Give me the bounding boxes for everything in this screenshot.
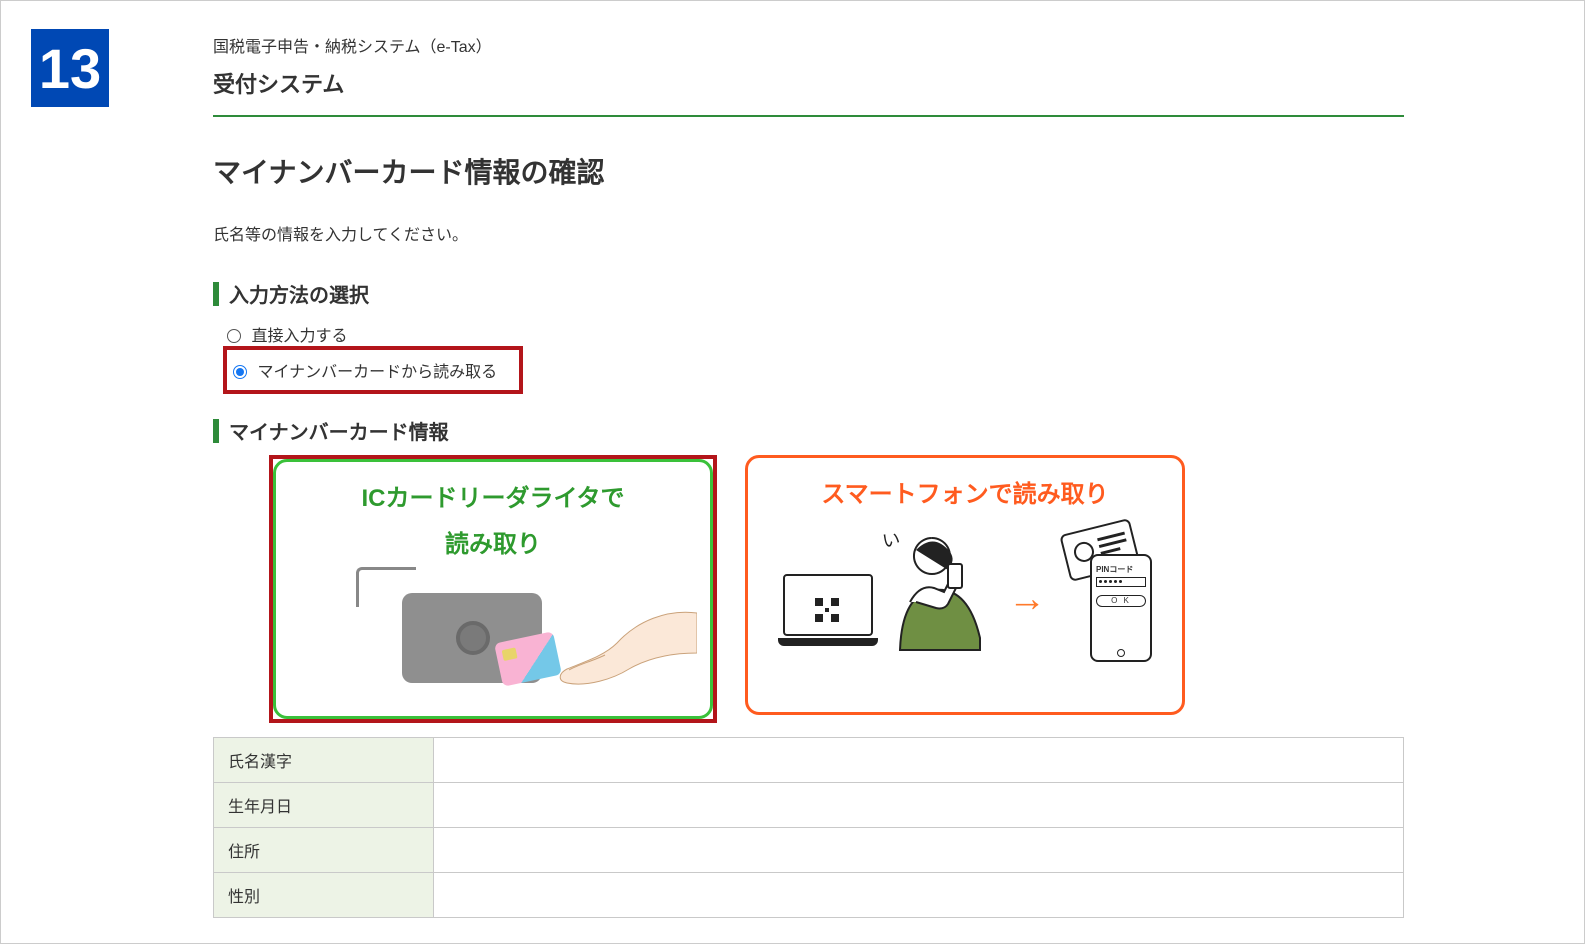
system-title: 受付システム: [213, 67, 1404, 99]
cell-value-birthdate: [434, 783, 1404, 828]
option-title: ICカードリーダライタで 読み取り: [292, 476, 694, 567]
laptop-icon: [778, 574, 878, 652]
section-heading-text: マイナンバーカード情報: [229, 416, 449, 445]
cell-value-gender: [434, 873, 1404, 918]
card-info-table: 氏名漢字 生年月日 住所 性別: [213, 737, 1404, 918]
page-description: 氏名等の情報を入力してください。: [213, 221, 1404, 245]
radio-option-direct-input[interactable]: 直接入力する: [223, 318, 1404, 346]
table-row: 生年月日: [214, 783, 1404, 828]
highlight-selected-radio: マイナンバーカードから読み取る: [223, 346, 523, 394]
page-container: 13 国税電子申告・納税システム（e-Tax） 受付システム マイナンバーカード…: [0, 0, 1585, 944]
table-row: 氏名漢字: [214, 738, 1404, 783]
radio-label: 直接入力する: [251, 328, 347, 345]
table-row: 住所: [214, 828, 1404, 873]
option-ic-card-reader[interactable]: ICカードリーダライタで 読み取り: [273, 459, 713, 719]
step-number-badge: 13: [31, 29, 109, 107]
cell-value-address: [434, 828, 1404, 873]
option-smartphone-read[interactable]: スマートフォンで読み取り い: [745, 455, 1185, 715]
table-row: 性別: [214, 873, 1404, 918]
page-title: マイナンバーカード情報の確認: [213, 151, 1404, 191]
cell-label-birthdate: 生年月日: [214, 783, 434, 828]
section-heading-text: 入力方法の選択: [229, 279, 369, 308]
person-icon: [870, 532, 990, 652]
radio-label: マイナンバーカードから読み取る: [257, 364, 497, 381]
section-bar-icon: [213, 282, 219, 306]
header-divider: [213, 115, 1404, 117]
radio-option-read-from-card[interactable]: マイナンバーカードから読み取る: [229, 352, 509, 388]
option-title: スマートフォンで読み取り: [764, 472, 1166, 518]
radio-icon: [227, 329, 241, 343]
hand-icon: [547, 603, 697, 693]
arrow-right-icon: →: [1008, 578, 1046, 621]
highlight-selected-option: ICカードリーダライタで 読み取り: [269, 455, 717, 723]
radio-icon-checked: [233, 365, 247, 379]
cell-value-name: [434, 738, 1404, 783]
cell-label-gender: 性別: [214, 873, 434, 918]
smartphone-icon: PINコード O K: [1090, 554, 1152, 662]
ic-reader-illustration: [292, 573, 694, 703]
cell-label-address: 住所: [214, 828, 434, 873]
section-heading-input-method: 入力方法の選択: [213, 279, 1404, 308]
smartphone-illustration: い →: [764, 524, 1166, 654]
content-area: 国税電子申告・納税システム（e-Tax） 受付システム マイナンバーカード情報の…: [213, 1, 1404, 918]
cell-label-name: 氏名漢字: [214, 738, 434, 783]
system-name-line: 国税電子申告・納税システム（e-Tax）: [213, 33, 1404, 57]
section-bar-icon: [213, 419, 219, 443]
section-heading-card-info: マイナンバーカード情報: [213, 416, 1404, 445]
